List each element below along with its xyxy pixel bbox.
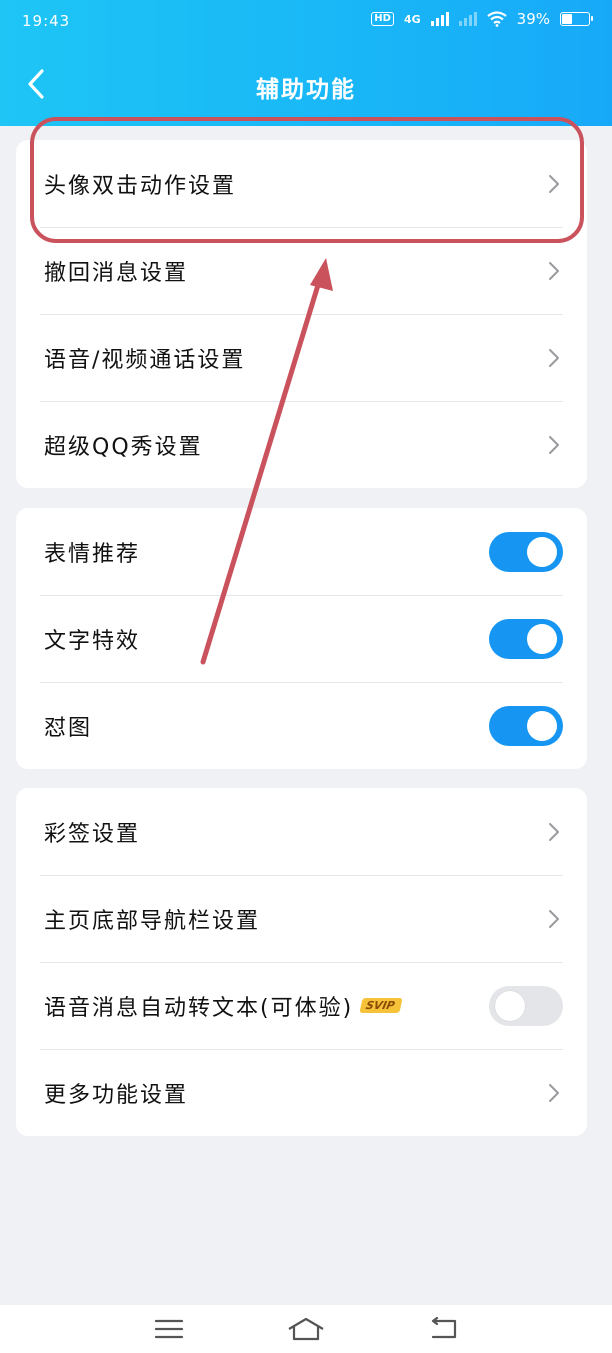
- home-button[interactable]: [286, 1314, 326, 1344]
- toggle-knob: [527, 536, 557, 567]
- voice-to-text-toggle[interactable]: [489, 985, 563, 1026]
- signal-icon: [430, 12, 449, 26]
- battery-percent: 39%: [516, 10, 550, 28]
- system-nav-bar: [0, 1305, 612, 1353]
- battery-icon: [560, 12, 593, 26]
- setting-label: 语音消息自动转文本(可体验): [44, 995, 354, 1021]
- setting-super-qq-show[interactable]: 超级QQ秀设置: [16, 401, 587, 488]
- wifi-icon: [486, 11, 507, 27]
- toggle-knob: [527, 623, 557, 654]
- network-type: 4G: [403, 12, 421, 26]
- settings-group-1: 头像双击动作设置 撤回消息设置 语音/视频通话设置 超级QQ秀设置: [16, 140, 587, 488]
- setting-label: 头像双击动作设置: [44, 173, 237, 199]
- page-title: 辅助功能: [256, 77, 356, 103]
- menu-button[interactable]: [149, 1314, 189, 1344]
- chevron-right-icon: [549, 1083, 559, 1102]
- settings-group-2: 表情推荐 文字特效 怼图: [16, 508, 587, 769]
- setting-avatar-double-tap[interactable]: 头像双击动作设置: [16, 140, 587, 227]
- status-bar: 19:43 HD 4G 39%: [0, 0, 612, 44]
- chevron-right-icon: [549, 348, 559, 367]
- setting-recall-message[interactable]: 撤回消息设置: [16, 227, 587, 314]
- setting-label: 语音/视频通话设置: [44, 347, 246, 373]
- setting-voice-video-call[interactable]: 语音/视频通话设置: [16, 314, 587, 401]
- setting-label: 彩签设置: [44, 821, 141, 847]
- settings-group-3: 彩签设置 主页底部导航栏设置 语音消息自动转文本(可体验) SVIP 更多功能设…: [16, 788, 587, 1136]
- setting-label: 怼图: [44, 715, 93, 741]
- header: 19:43 HD 4G 39% 辅助功能: [0, 0, 612, 126]
- setting-home-bottom-nav[interactable]: 主页底部导航栏设置: [16, 875, 587, 962]
- setting-emoji-recommend: 表情推荐: [16, 508, 587, 595]
- chevron-right-icon: [549, 435, 559, 454]
- back-icon: [432, 1317, 457, 1339]
- toggle-knob: [527, 710, 557, 741]
- emoji-recommend-toggle[interactable]: [489, 531, 563, 572]
- setting-label: 撤回消息设置: [44, 260, 189, 286]
- nav-bar: 辅助功能: [0, 44, 612, 126]
- chevron-right-icon: [549, 261, 559, 280]
- toggle-knob: [495, 990, 525, 1021]
- setting-more-features[interactable]: 更多功能设置: [16, 1049, 587, 1136]
- duitu-toggle[interactable]: [489, 705, 563, 746]
- signal-secondary-icon: [458, 12, 477, 26]
- status-time: 19:43: [22, 12, 71, 30]
- setting-label: 更多功能设置: [44, 1082, 189, 1108]
- system-back-button[interactable]: [423, 1314, 463, 1344]
- text-effects-toggle[interactable]: [489, 618, 563, 659]
- svip-badge: SVIP: [359, 998, 403, 1013]
- chevron-right-icon: [549, 822, 559, 841]
- status-icons: HD 4G 39%: [371, 10, 593, 28]
- setting-duitu: 怼图: [16, 682, 587, 769]
- setting-label: 文字特效: [44, 628, 141, 654]
- setting-label: 主页底部导航栏设置: [44, 908, 261, 934]
- setting-label-wrap: 语音消息自动转文本(可体验) SVIP: [44, 990, 489, 1022]
- setting-voice-to-text: 语音消息自动转文本(可体验) SVIP: [16, 962, 587, 1049]
- setting-text-effects: 文字特效: [16, 595, 587, 682]
- menu-icon: [154, 1319, 183, 1339]
- setting-label: 表情推荐: [44, 541, 141, 567]
- hd-icon: HD: [371, 12, 394, 26]
- chevron-right-icon: [549, 174, 559, 193]
- home-icon: [288, 1317, 324, 1341]
- chevron-right-icon: [549, 909, 559, 928]
- setting-label: 超级QQ秀设置: [44, 434, 203, 460]
- setting-color-tag[interactable]: 彩签设置: [16, 788, 587, 875]
